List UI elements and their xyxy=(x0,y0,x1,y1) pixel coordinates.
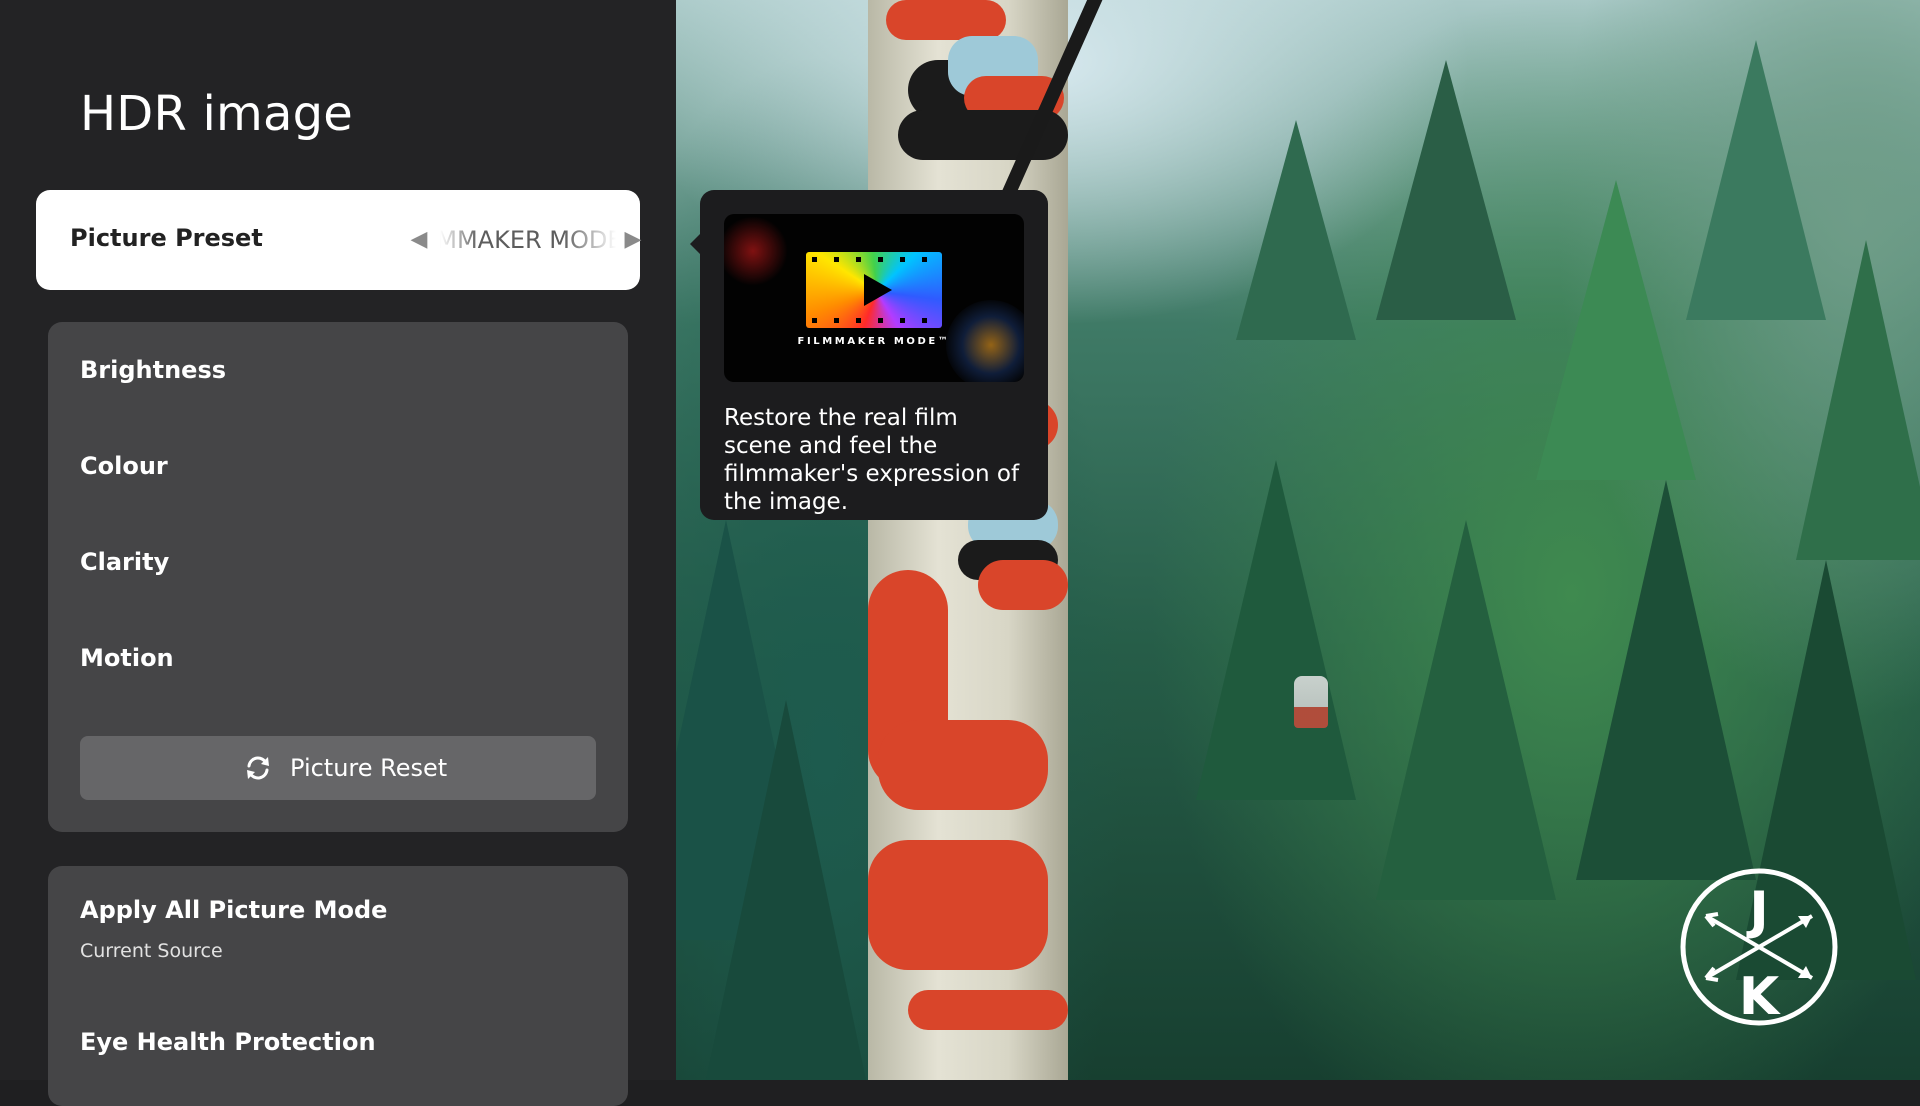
picture-preset-value: FILMMAKER MODE xyxy=(440,226,616,254)
tree xyxy=(1196,460,1356,800)
picture-reset-label: Picture Reset xyxy=(290,754,448,782)
tooltip-description: Restore the real film scene and feel the… xyxy=(724,405,1020,515)
chevron-left-icon[interactable]: ◀ xyxy=(404,220,434,260)
menu-item-colour[interactable]: Colour xyxy=(80,452,168,480)
basic-settings-group: Brightness Colour Clarity Motion Picture… xyxy=(48,322,628,832)
filmmaker-mode-preview: FILMMAKER MODE™ xyxy=(724,214,1024,382)
preset-info-tooltip: FILMMAKER MODE™ Restore the real film sc… xyxy=(690,190,1048,520)
menu-item-eye-health-protection[interactable]: Eye Health Protection xyxy=(80,1028,376,1056)
apply-all-picture-mode-value: Current Source xyxy=(80,940,223,962)
picture-preset-value-window: FILMMAKER MODE xyxy=(440,220,616,260)
filmmaker-mode-logo-text: FILMMAKER MODE™ xyxy=(797,336,951,347)
tree xyxy=(1376,60,1516,320)
filmmaker-mode-logo-icon xyxy=(806,252,942,328)
tooltip-pointer xyxy=(690,234,700,254)
tree xyxy=(706,700,866,1080)
cable-car xyxy=(1294,676,1328,728)
tree xyxy=(1796,240,1920,560)
menu-item-brightness[interactable]: Brightness xyxy=(80,356,226,384)
picture-reset-button[interactable]: Picture Reset xyxy=(80,736,596,800)
menu-item-motion[interactable]: Motion xyxy=(80,644,174,672)
tree xyxy=(1376,520,1556,900)
refresh-icon xyxy=(247,756,269,780)
watermark-letter-top: J xyxy=(1746,881,1768,941)
page-title: HDR image xyxy=(80,86,353,142)
play-icon xyxy=(864,274,892,306)
totem-pole xyxy=(868,0,1068,1080)
tree xyxy=(1536,180,1696,480)
chevron-right-icon[interactable]: ▶ xyxy=(618,220,648,260)
picture-preset-label: Picture Preset xyxy=(70,224,263,252)
extra-settings-group: Apply All Picture Mode Current Source Ey… xyxy=(48,866,628,1106)
picture-settings-panel: HDR image Picture Preset ◀ FILMMAKER MOD… xyxy=(0,0,676,1106)
picture-preset-row[interactable]: Picture Preset ◀ FILMMAKER MODE ▶ xyxy=(36,190,641,290)
watermark-letter-bottom: K xyxy=(1739,967,1781,1027)
menu-item-apply-all-picture-mode[interactable]: Apply All Picture Mode xyxy=(80,896,387,924)
menu-item-clarity[interactable]: Clarity xyxy=(80,548,169,576)
tree xyxy=(1236,120,1356,340)
tree xyxy=(1576,480,1756,880)
jk-watermark-logo: J K xyxy=(1680,868,1838,1027)
